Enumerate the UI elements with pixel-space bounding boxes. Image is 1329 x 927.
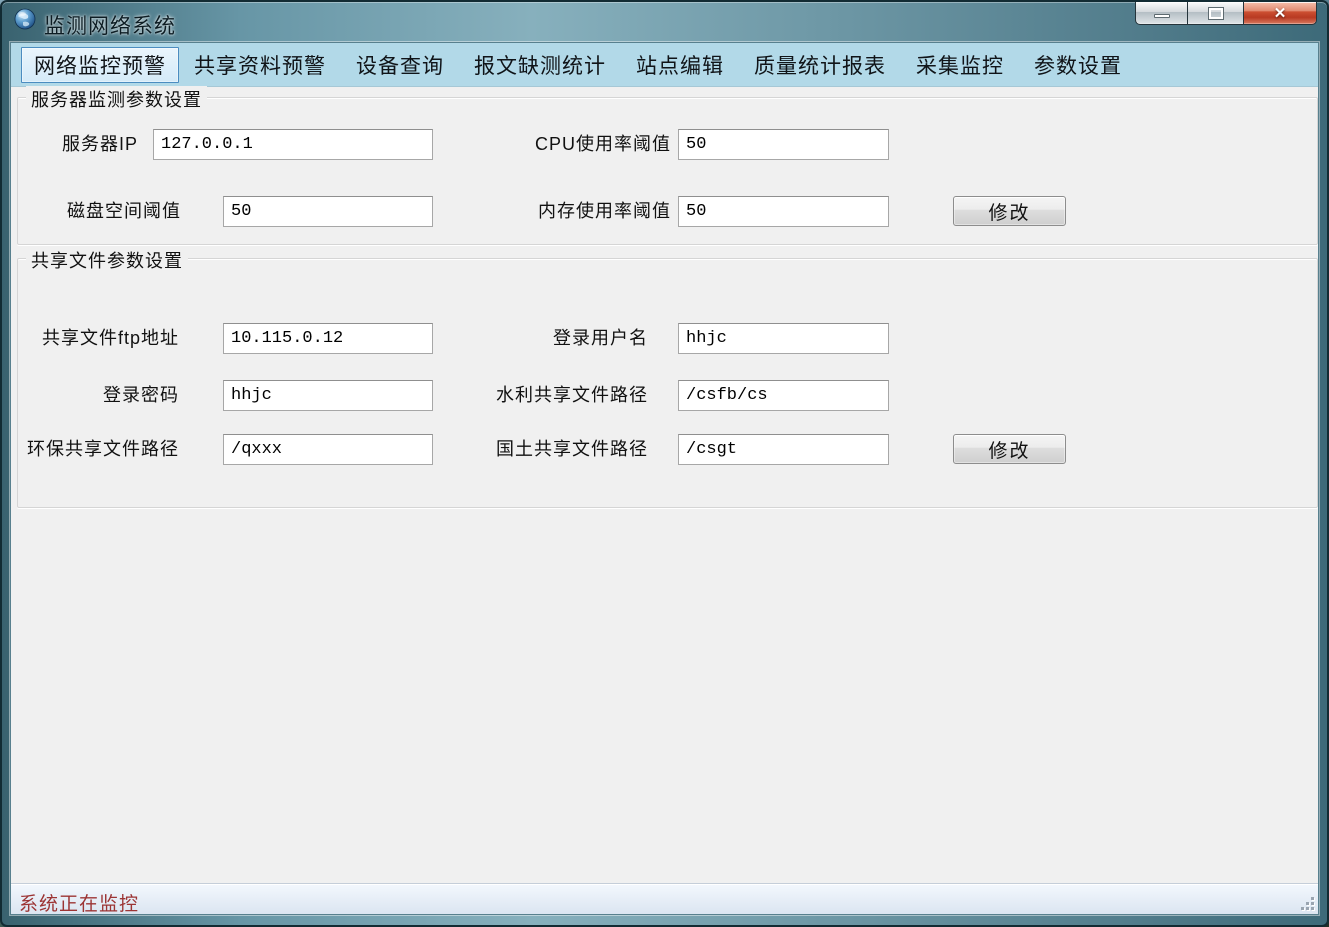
status-message: 系统正在监控 — [19, 889, 139, 916]
memory-threshold-input[interactable] — [678, 196, 889, 227]
land-share-path-input[interactable] — [678, 434, 889, 465]
land-share-path-label: 国土共享文件路径 — [448, 434, 648, 465]
status-bar: 系统正在监控 — [11, 884, 1318, 914]
env-share-path-label: 环保共享文件路径 — [11, 434, 179, 465]
water-share-path-input[interactable] — [678, 380, 889, 411]
server-ip-label: 服务器IP — [11, 129, 138, 160]
tab-page-network-monitor: 服务器监测参数设置 服务器IP CPU使用率阈值 磁盘空间阈值 内存使用率阈值 … — [11, 87, 1318, 884]
tab-quality-report[interactable]: 质量统计报表 — [739, 47, 901, 83]
disk-threshold-input[interactable] — [223, 196, 433, 227]
window-title: 监测网络系统 — [44, 10, 176, 40]
memory-threshold-label: 内存使用率阈值 — [471, 196, 671, 227]
password-input[interactable] — [223, 380, 433, 411]
tab-network-monitor-alert[interactable]: 网络监控预警 — [21, 47, 179, 83]
maximize-button[interactable] — [1188, 2, 1243, 25]
titlebar: 监测网络系统 ✕ — [2, 2, 1327, 42]
tab-bar: 网络监控预警 共享资料预警 设备查询 报文缺测统计 站点编辑 质量统计报表 采集… — [11, 43, 1318, 87]
water-share-path-label: 水利共享文件路径 — [448, 380, 648, 411]
share-params-groupbox: 共享文件参数设置 — [17, 258, 1318, 508]
app-window: 监测网络系统 ✕ 网络监控预警 共享资料预警 设备查询 报文缺测统计 站点编辑 … — [0, 0, 1329, 927]
disk-threshold-label: 磁盘空间阈值 — [11, 196, 181, 227]
server-params-legend: 服务器监测参数设置 — [26, 86, 207, 112]
tab-shared-data-alert[interactable]: 共享资料预警 — [179, 47, 341, 83]
share-modify-button[interactable]: 修改 — [953, 434, 1066, 464]
env-share-path-input[interactable] — [223, 434, 433, 465]
ftp-address-label: 共享文件ftp地址 — [11, 323, 179, 354]
resize-grip-icon[interactable] — [1301, 897, 1315, 911]
maximize-icon — [1209, 8, 1223, 19]
tab-site-edit[interactable]: 站点编辑 — [621, 47, 739, 83]
share-params-legend: 共享文件参数设置 — [26, 247, 188, 273]
username-label: 登录用户名 — [448, 323, 648, 354]
globe-icon — [14, 8, 36, 30]
close-icon: ✕ — [1274, 4, 1287, 22]
minimize-button[interactable] — [1135, 2, 1188, 25]
caption-buttons: ✕ — [1135, 2, 1317, 25]
cpu-threshold-input[interactable] — [678, 129, 889, 160]
server-ip-input[interactable] — [153, 129, 433, 160]
tab-missing-report-stats[interactable]: 报文缺测统计 — [459, 47, 621, 83]
ftp-address-input[interactable] — [223, 323, 433, 354]
tab-device-query[interactable]: 设备查询 — [341, 47, 459, 83]
password-label: 登录密码 — [11, 380, 179, 411]
close-button[interactable]: ✕ — [1243, 2, 1317, 25]
minimize-icon — [1154, 14, 1170, 18]
tab-collection-monitor[interactable]: 采集监控 — [901, 47, 1019, 83]
tab-parameter-settings[interactable]: 参数设置 — [1019, 47, 1137, 83]
client-area: 网络监控预警 共享资料预警 设备查询 报文缺测统计 站点编辑 质量统计报表 采集… — [10, 42, 1319, 915]
server-modify-button[interactable]: 修改 — [953, 196, 1066, 226]
cpu-threshold-label: CPU使用率阈值 — [471, 129, 671, 160]
username-input[interactable] — [678, 323, 889, 354]
